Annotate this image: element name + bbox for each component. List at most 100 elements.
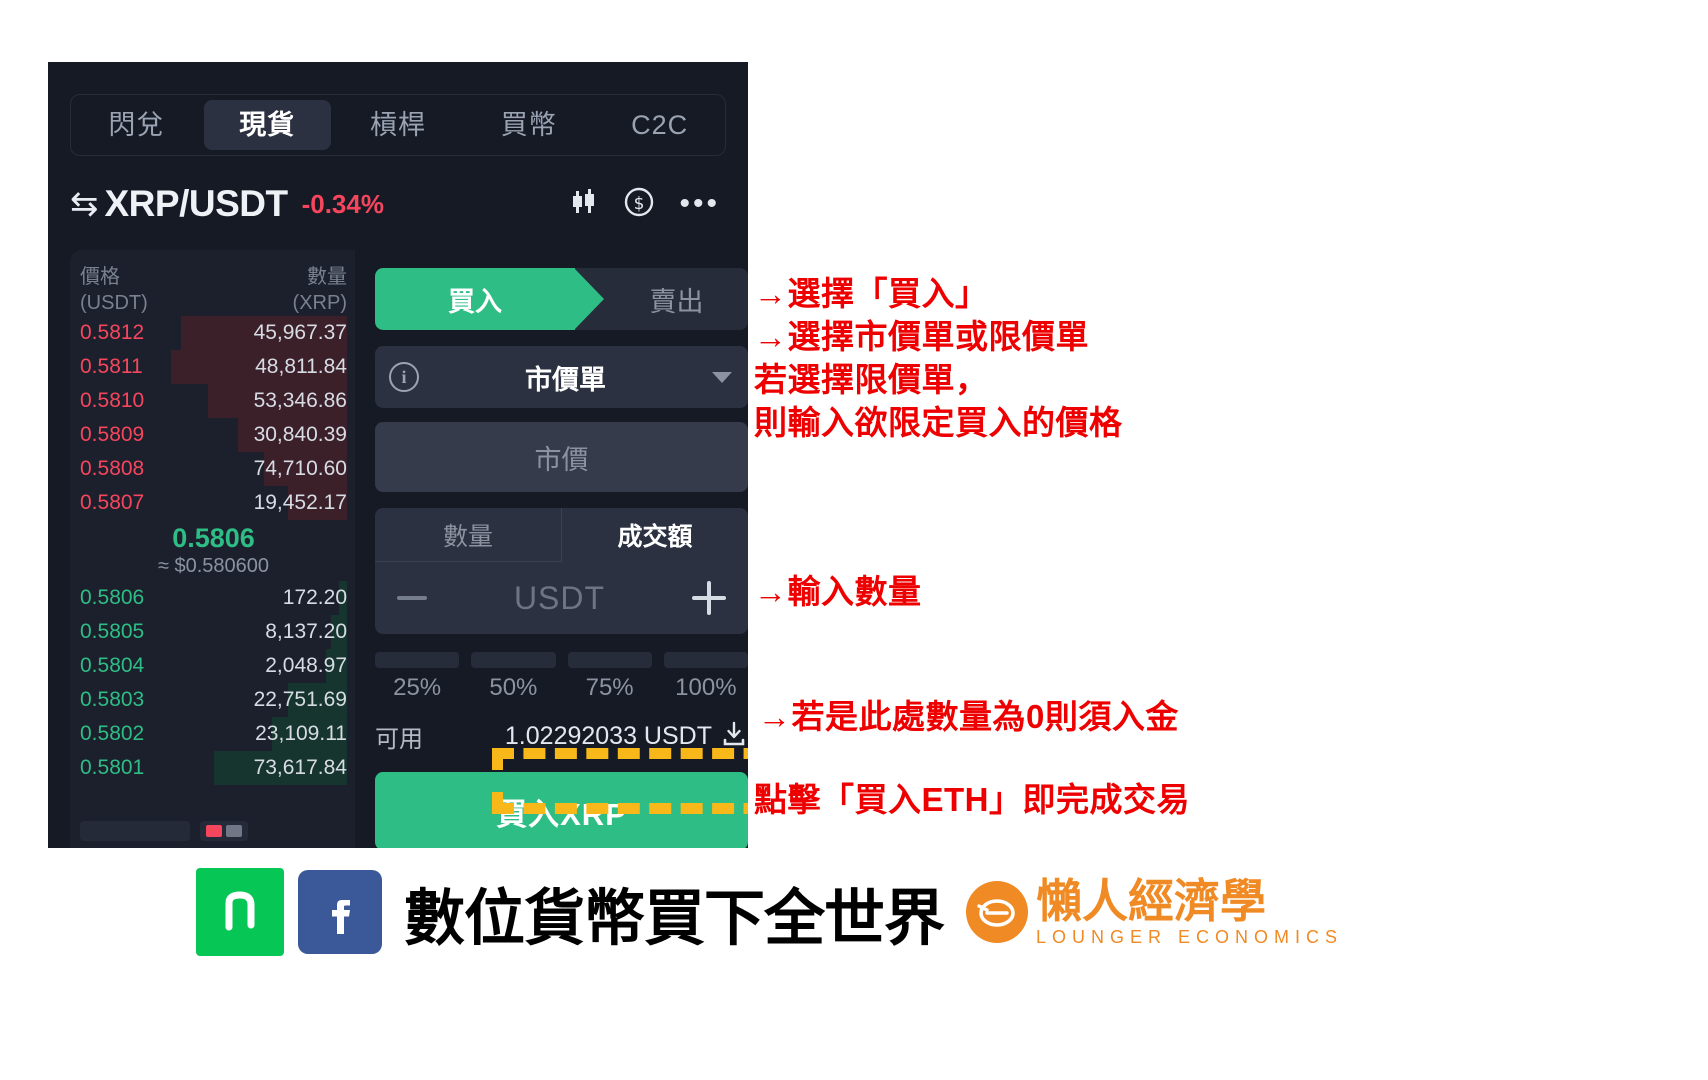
percent-100-bar — [663, 652, 748, 668]
tab-margin[interactable]: 槓桿 — [335, 100, 462, 150]
order-book-row[interactable]: 0.5807 19,452.17 — [80, 486, 347, 520]
percent-25-bar — [375, 652, 460, 668]
more-options-icon[interactable]: ••• — [679, 189, 720, 219]
order-book-price: 0.5805 — [80, 620, 145, 643]
order-book-row[interactable]: 0.5812 45,967.37 — [80, 316, 347, 350]
tab-c2c[interactable]: C2C — [596, 100, 723, 150]
tab-amount[interactable]: 成交額 — [561, 508, 748, 562]
order-book-row[interactable]: 0.5804 2,048.97 — [80, 649, 347, 683]
order-book-price: 0.5807 — [80, 491, 145, 514]
pair-name[interactable]: XRP/USDT — [105, 183, 289, 225]
svg-text:$: $ — [634, 194, 645, 214]
annotation-click-buy: 點擊「買入ETH」即完成交易 — [754, 781, 1190, 818]
order-book-amount: 19,452.17 — [253, 491, 347, 514]
order-book-row[interactable]: 0.5808 74,710.60 — [80, 452, 347, 486]
submit-buy-button[interactable]: 買入XRP — [375, 772, 748, 848]
swap-arrows-icon[interactable]: ⇆ — [70, 187, 99, 221]
order-book-price: 0.5806 — [80, 586, 145, 609]
order-book-col-amount: 數量 — [307, 266, 347, 288]
ask-view-icon — [206, 825, 222, 837]
order-book-amount: 53,346.86 — [253, 389, 347, 412]
bid-view-icon — [226, 825, 242, 837]
percent-25[interactable]: 25% — [375, 652, 460, 702]
minus-icon[interactable] — [397, 596, 427, 600]
quantity-mode-tabs: 數量 成交額 — [375, 508, 748, 562]
side-toggle: 買入 賣出 — [375, 268, 748, 330]
lounger-logo-icon — [966, 881, 1029, 943]
order-book-amount: 22,751.69 — [253, 688, 347, 711]
available-balance-right: 1.02292033 USDT — [505, 720, 748, 753]
buy-tab[interactable]: 買入 — [375, 268, 604, 330]
order-book-price: 0.5810 — [80, 389, 145, 412]
brand-bar: 數位貨幣買下全世界 懶人經濟學 LOUNGER ECONOMICS — [196, 862, 1343, 962]
percent-50-label: 50% — [489, 674, 538, 701]
order-book-amount: 30,840.39 — [253, 423, 347, 446]
download-icon[interactable] — [720, 720, 748, 753]
percent-50[interactable]: 50% — [471, 652, 556, 702]
order-book-header: 價格 數量 — [80, 250, 347, 290]
brand-slogan: 數位貨幣買下全世界 — [404, 882, 945, 954]
order-book-price: 0.5803 — [80, 688, 145, 711]
annotation-enter-quantity: →輸入數量 — [754, 573, 922, 610]
order-book-amount: 48,811.84 — [255, 355, 347, 378]
lounger-text: 懶人經濟學 LOUNGER ECONOMICS — [1036, 876, 1343, 948]
tab-spot[interactable]: 現貨 — [203, 100, 331, 150]
tab-buy-crypto[interactable]: 買幣 — [465, 100, 592, 150]
order-book-row[interactable]: 0.5805 8,137.20 — [80, 615, 347, 649]
order-book-row[interactable]: 0.5806 172.20 — [80, 581, 347, 615]
lounger-name-en: LOUNGER ECONOMICS — [1036, 927, 1344, 947]
order-book-row[interactable]: 0.5802 23,109.11 — [80, 717, 347, 751]
percent-75[interactable]: 75% — [567, 652, 652, 702]
last-price-usd: ≈ $0.580600 — [157, 555, 270, 577]
trade-form: 買入 賣出 i 市價單 市價 數量 成交額 USDT 25% 50% 75% 1… — [355, 250, 748, 848]
order-type-label: 市價單 — [525, 364, 606, 395]
order-book-row[interactable]: 0.5811 48,811.84 — [80, 350, 347, 384]
order-type-select[interactable]: i 市價單 — [375, 346, 748, 408]
header-icon-group: $ ••• — [569, 186, 726, 223]
percent-100-label: 100% — [675, 674, 737, 701]
candlestick-icon[interactable] — [569, 187, 599, 222]
trading-content-row: 價格 數量 (USDT) (XRP) 0.5812 45,967.37 0.5811… — [70, 250, 748, 848]
tab-quantity[interactable]: 數量 — [375, 508, 561, 562]
percent-25-label: 25% — [393, 674, 442, 701]
order-book: 價格 數量 (USDT) (XRP) 0.5812 45,967.37 0.5811… — [70, 250, 355, 848]
price-input[interactable]: 市價 — [375, 422, 748, 492]
order-book-row[interactable]: 0.5809 30,840.39 — [80, 418, 347, 452]
lounger-name-cn: 懶人經濟學 — [1036, 874, 1267, 928]
depth-selector[interactable] — [80, 821, 190, 841]
top-tab-bar: 閃兌 現貨 槓桿 買幣 C2C — [70, 94, 726, 156]
tab-flash-exchange[interactable]: 閃兌 — [73, 100, 200, 150]
percent-75-label: 75% — [585, 674, 634, 701]
order-book-row[interactable]: 0.5810 53,346.86 — [80, 384, 347, 418]
ask-rows: 0.5812 45,967.37 0.5811 48,811.84 0.5810 53,3… — [80, 316, 347, 520]
percent-50-bar — [471, 652, 556, 668]
order-book-row[interactable]: 0.5801 73,617.84 — [80, 751, 347, 785]
bid-rows: 0.5806 172.20 0.5805 8,137.20 0.5804 2,048.97… — [80, 581, 347, 785]
exchange-app-panel: 閃兌 現貨 槓桿 買幣 C2C ⇆ XRP/USDT -0.34% $ ••• … — [48, 62, 748, 848]
order-book-price: 0.5808 — [80, 457, 145, 480]
last-price: 0.5806 — [172, 523, 255, 553]
order-book-header-units: (USDT) (XRP) — [80, 290, 347, 316]
order-book-row[interactable]: 0.5803 22,751.69 — [80, 683, 347, 717]
dollar-circle-icon[interactable]: $ — [623, 186, 655, 223]
order-book-price: 0.5809 — [80, 423, 145, 446]
order-book-price: 0.5804 — [80, 654, 145, 677]
order-book-footer — [80, 816, 347, 846]
info-icon[interactable]: i — [389, 362, 419, 392]
line-icon — [196, 868, 284, 956]
mid-price-block: 0.5806 ≈ $0.580600 — [80, 520, 347, 581]
order-book-amount: 74,710.60 — [253, 457, 347, 480]
percent-100[interactable]: 100% — [663, 652, 748, 702]
quantity-input-row[interactable]: USDT — [375, 562, 748, 634]
facebook-icon — [298, 870, 382, 954]
plus-icon[interactable] — [692, 581, 726, 615]
order-book-amount: 73,617.84 — [253, 756, 347, 779]
percent-selector-row: 25% 50% 75% 100% — [375, 652, 748, 702]
orderbook-view-toggle[interactable] — [200, 821, 248, 841]
pair-header: ⇆ XRP/USDT -0.34% $ ••• — [70, 174, 726, 234]
available-balance-value: 1.02292033 USDT — [504, 721, 712, 750]
price-change-badge: -0.34% — [301, 188, 384, 219]
quantity-placeholder: USDT — [513, 579, 606, 616]
order-book-col-amount-unit: (XRP) — [292, 292, 347, 314]
order-book-col-price: 價格 — [80, 266, 120, 288]
